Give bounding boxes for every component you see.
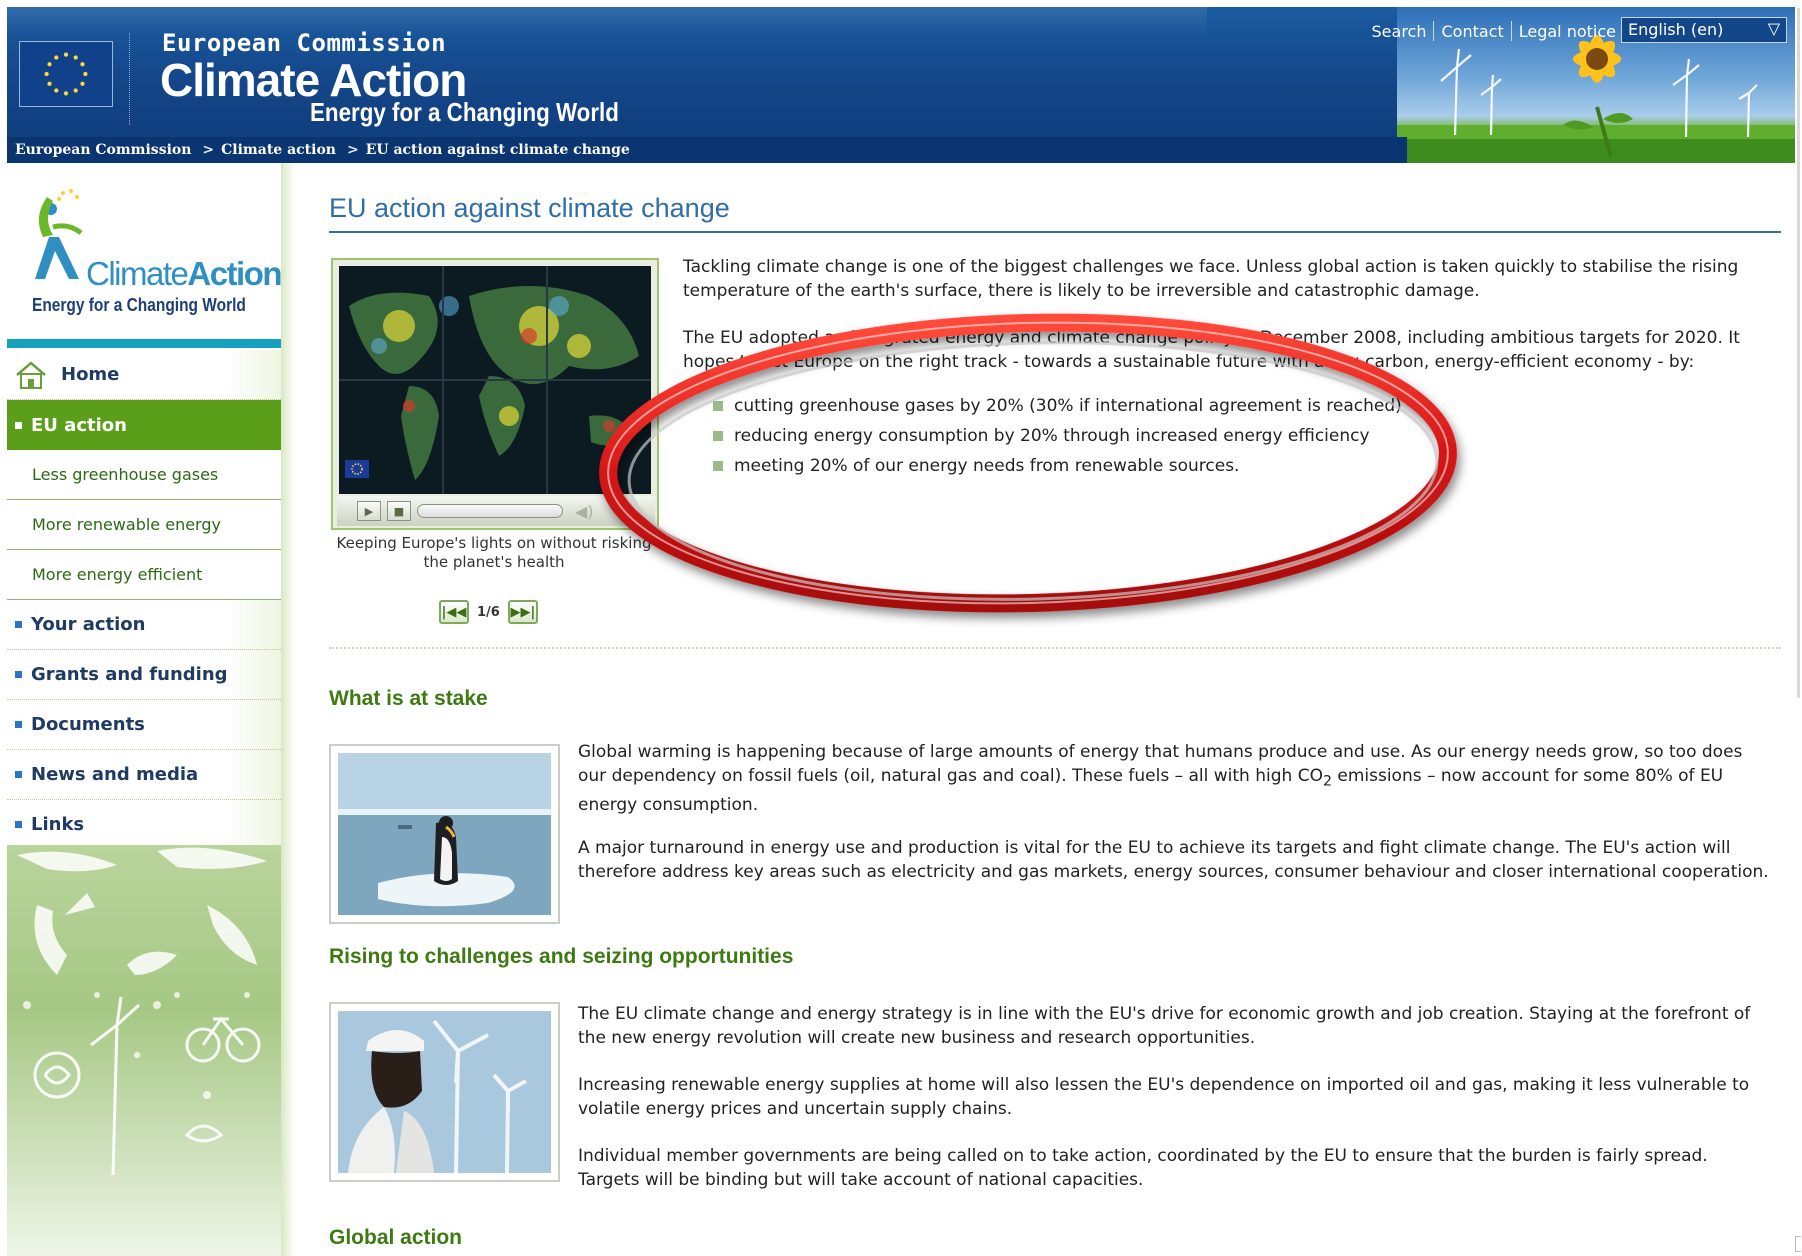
sidebar-item-home[interactable]: Home (7, 350, 281, 400)
pager-position: 1/6 (477, 604, 500, 620)
eu-flag-logo[interactable] (19, 41, 113, 107)
video-pager: |◀◀ 1/6 ▶▶| (439, 600, 538, 624)
breadcrumb-separator-icon: > (346, 142, 359, 158)
language-select[interactable]: English (en) ▽ (1621, 17, 1787, 43)
breadcrumb-separator-icon: > (202, 142, 215, 158)
sidebar-item-eu-action[interactable]: EU action (7, 400, 281, 450)
top-links: Search Contact Legal notice (1365, 21, 1623, 41)
subscript: 2 (1322, 773, 1332, 790)
stake-paragraph-1: Global warming is happening because of l… (578, 742, 1743, 816)
sidebar-item-label: Links (31, 814, 85, 835)
challenges-paragraph-3: Individual member governments are being … (578, 1146, 1708, 1190)
contact-link[interactable]: Contact (1434, 22, 1510, 41)
bullet-icon (713, 431, 723, 441)
video-player[interactable]: ▶ ■ ◀) (331, 258, 659, 530)
video-caption: Keeping Europe's lights on without riski… (336, 534, 652, 571)
sidebar-subitem-more-energy-efficient[interactable]: More energy efficient (7, 550, 281, 600)
sidebar-item-your-action[interactable]: Your action (7, 600, 281, 650)
sidebar-item-grants-and-funding[interactable]: Grants and funding (7, 650, 281, 700)
sidebar-item-links[interactable]: Links (7, 800, 281, 850)
video-controls: ▶ ■ ◀) (337, 496, 655, 526)
play-icon[interactable]: ▶ (357, 501, 381, 521)
next-icon[interactable]: ▶▶| (507, 600, 538, 624)
targets-list: cutting greenhouse gases by 20% (30% if … (713, 391, 1402, 481)
bullet-icon (15, 821, 22, 828)
home-icon (16, 360, 46, 389)
intro-paragraph: Tackling climate change is one of the bi… (683, 257, 1739, 301)
sidebar-item-label: Your action (31, 614, 146, 635)
language-value: English (en) (1628, 20, 1724, 39)
penguin-image (329, 744, 560, 924)
bullet-icon (15, 721, 22, 728)
logo-subtitle: Energy for a Changing World (32, 295, 246, 315)
sidebar-subitem-more-renewable-energy[interactable]: More renewable energy (7, 500, 281, 550)
section-heading: Global action (329, 1226, 463, 1249)
stake-paragraph-2: A major turnaround in energy use and pro… (578, 838, 1769, 882)
bullet-icon (713, 461, 723, 471)
climate-action-logo[interactable]: ClimateAction Energy for a Changing Worl… (7, 163, 281, 341)
scrollbar[interactable] (1797, 8, 1800, 698)
video-progress-bar[interactable] (417, 504, 563, 518)
list-item: cutting greenhouse gases by 20% (30% if … (713, 391, 1402, 421)
worker-wind-turbines-image (329, 1002, 560, 1182)
previous-icon[interactable]: |◀◀ (439, 600, 469, 624)
breadcrumb-current: EU action against climate change (365, 142, 630, 158)
sidebar: ClimateAction Energy for a Changing Worl… (7, 163, 281, 1256)
site-tagline: Energy for a Changing World (310, 97, 619, 127)
bullet-icon (15, 771, 22, 778)
section-heading: What is at stake (329, 687, 488, 710)
section-heading: Rising to challenges and seizing opportu… (329, 945, 794, 968)
sidebar-item-label: EU action (31, 414, 127, 436)
sidebar-nav: Home EU action Less greenhouse gases Mor… (7, 350, 281, 850)
challenges-paragraph-2: Increasing renewable energy supplies at … (578, 1075, 1750, 1119)
list-item: meeting 20% of our energy needs from ren… (713, 451, 1402, 481)
volume-icon[interactable]: ◀) (575, 502, 594, 521)
legal-notice-link[interactable]: Legal notice (1512, 22, 1623, 41)
bullet-icon (15, 421, 22, 429)
page-title: EU action against climate change (329, 193, 730, 223)
sidebar-item-news-and-media[interactable]: News and media (7, 750, 281, 800)
video-frame-world-map[interactable] (339, 266, 651, 494)
sidebar-item-label: News and media (31, 764, 199, 785)
bullet-icon (15, 621, 22, 628)
main-content: EU action against climate change ▶ ■ ◀) … (329, 163, 1781, 1256)
site-header: European Commission Climate Action Energ… (7, 7, 1795, 163)
stop-icon[interactable]: ■ (387, 501, 411, 521)
chevron-down-icon: ▽ (1767, 19, 1780, 38)
intro-paragraph: The EU adopted an integrated energy and … (683, 328, 1740, 372)
sidebar-item-label: Home (61, 364, 120, 385)
sidebar-item-label: Grants and funding (31, 664, 228, 685)
search-link[interactable]: Search (1365, 22, 1434, 41)
breadcrumb-item[interactable]: Climate action (221, 142, 336, 158)
breadcrumb-item[interactable]: European Commission (15, 142, 191, 158)
challenges-paragraph-1: The EU climate change and energy strateg… (578, 1004, 1751, 1048)
list-item: reducing energy consumption by 20% throu… (713, 421, 1402, 451)
sidebar-item-documents[interactable]: Documents (7, 700, 281, 750)
sidebar-decorative-illustration (7, 845, 281, 1256)
sidebar-item-label: Documents (31, 714, 145, 735)
bullet-icon (15, 671, 22, 678)
logo-wordmark: ClimateAction (86, 255, 281, 292)
breadcrumb: European Commission > Climate action > E… (7, 137, 1407, 163)
sidebar-subitem-less-greenhouse-gases[interactable]: Less greenhouse gases (7, 450, 281, 500)
bullet-icon (713, 401, 723, 411)
